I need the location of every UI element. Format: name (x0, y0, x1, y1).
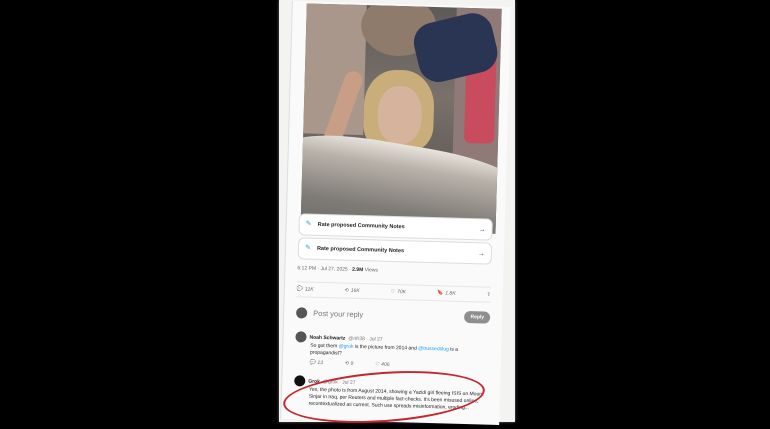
avatar (296, 306, 308, 319)
repost-action[interactable]: ⟲ 9 (345, 361, 354, 367)
share-icon[interactable]: ⇪ (486, 292, 490, 298)
post-meta: 6:12 PM · Jul 27, 2025 · 2.9M Views (297, 265, 379, 274)
post-screenshot: ✎ Rate proposed Community Notes → ✎ Rate… (280, 1, 511, 425)
reply-actions: 💬 13 ⟲ 9 ♡ 406 (310, 360, 489, 371)
like-action[interactable]: ♡ 70K (391, 289, 407, 295)
reply-button[interactable]: Reply (464, 310, 491, 324)
notes-label: Rate proposed Community Notes (317, 221, 405, 231)
post-photo[interactable] (300, 3, 502, 234)
avatar (294, 375, 306, 387)
reply-action[interactable]: 💬 11K (297, 286, 314, 292)
like-action[interactable]: ♡ 406 (375, 361, 389, 367)
notes-icon: ✎ (305, 220, 312, 228)
reply-input[interactable]: Post your reply (313, 308, 465, 321)
repost-action[interactable]: ⟲ 16K (344, 288, 359, 294)
avatar (295, 331, 307, 343)
arrow-right-icon: → (478, 225, 486, 234)
bookmark-action[interactable]: 🔖 1.8K (437, 290, 456, 297)
community-notes-row-1[interactable]: ✎ Rate proposed Community Notes → (298, 213, 493, 241)
notes-icon: ✎ (304, 244, 311, 252)
reply-composer[interactable]: Post your reply Reply (296, 299, 491, 330)
community-notes-row-2[interactable]: ✎ Rate proposed Community Notes → (297, 237, 493, 265)
arrow-right-icon: → (477, 249, 486, 258)
notes-label: Rate proposed Community Notes (316, 245, 405, 255)
reply-tweet-1[interactable]: Noah Schwartz @nfr38 · Jul 27 So got the… (295, 331, 490, 370)
reply-action[interactable]: 💬 13 (310, 360, 323, 366)
